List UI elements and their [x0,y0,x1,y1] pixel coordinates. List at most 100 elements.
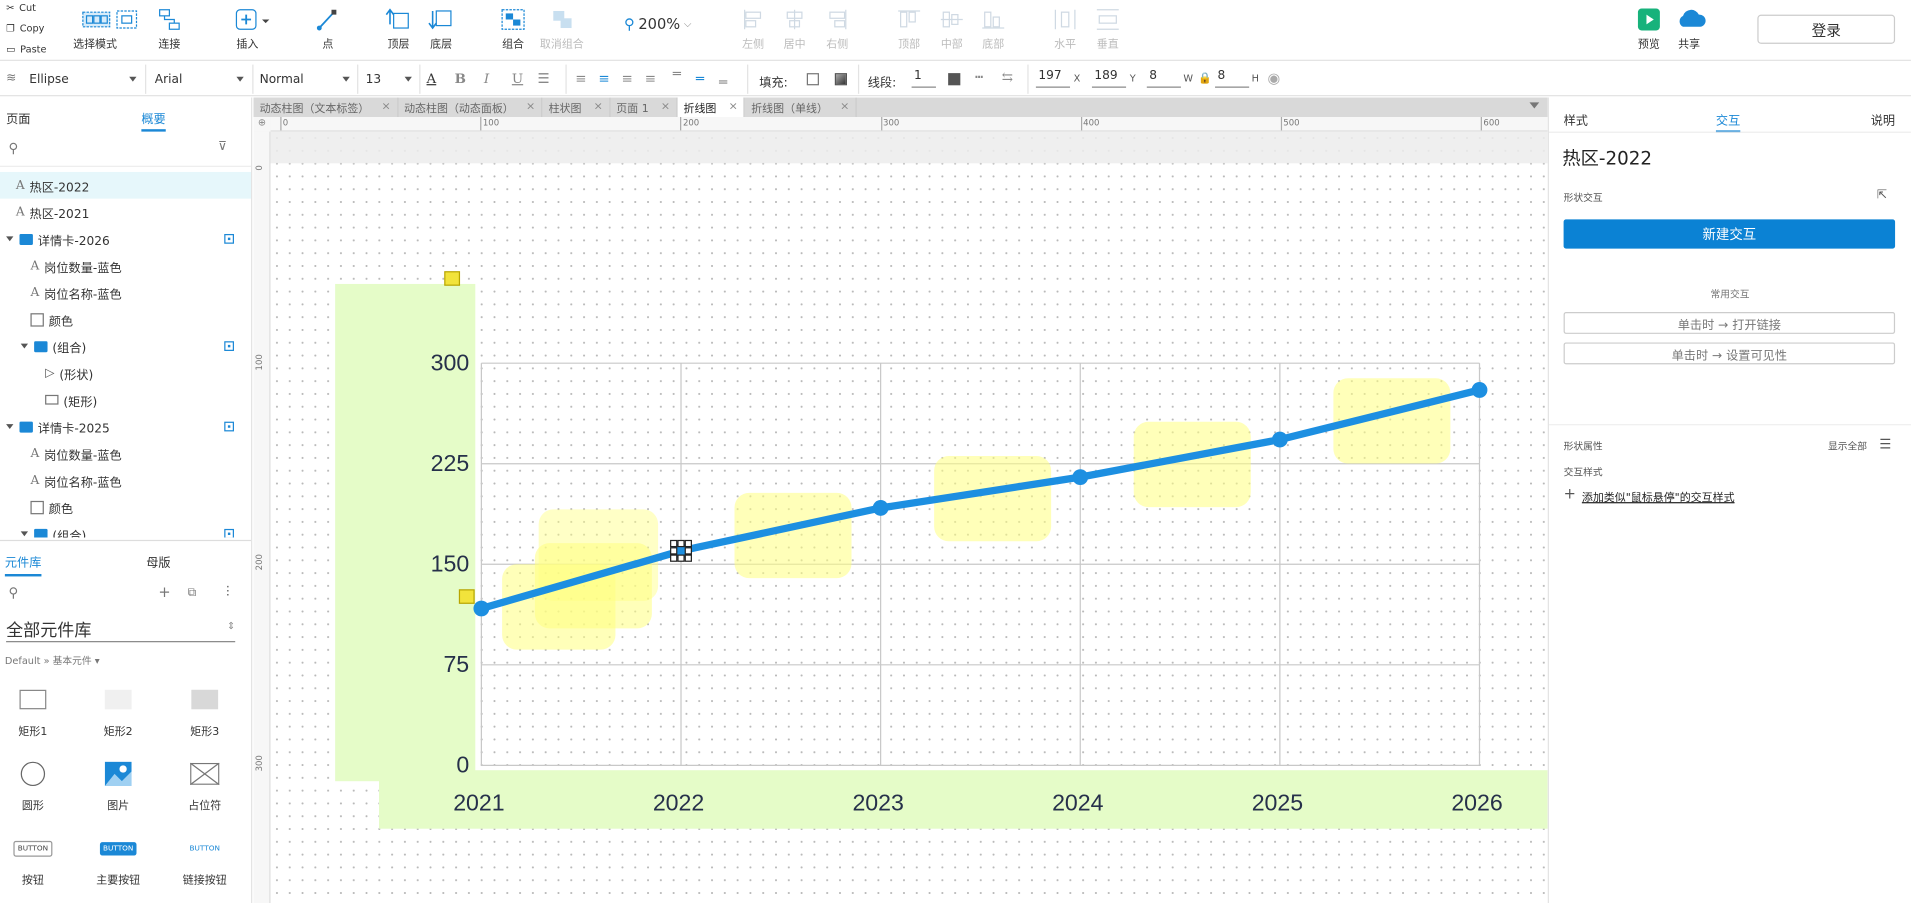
tabs-overflow-icon[interactable] [1529,102,1540,109]
expand-arrow-icon[interactable] [20,343,29,349]
line-chart[interactable]: 300 225 150 75 0 2021 2022 2023 2024 2025 2026 [271,132,1548,903]
selection-handle[interactable] [677,539,685,548]
selection-handle[interactable] [684,539,692,548]
document-tab[interactable]: 动态柱图（文本标签） × [253,97,398,117]
add-icon[interactable]: + [1564,485,1576,502]
library-select[interactable]: 全部元件库 ⇕ [6,618,235,643]
list-icon[interactable]: ☰ [537,71,549,87]
shape-type-select[interactable]: Ellipse [29,68,139,90]
fill-color-swatch[interactable] [806,73,819,86]
data-point[interactable] [473,600,490,617]
page-visible-icon[interactable] [224,341,234,351]
tree-item[interactable]: A 热区-2021 [0,199,251,226]
valign-bottom-icon[interactable]: ═ [719,74,727,90]
tree-item[interactable]: A 岗位数量-蓝色 [0,252,251,279]
lock-icon[interactable]: 🔒 [1198,73,1212,85]
document-tab[interactable]: 页面 1 × [610,97,678,117]
paste-button[interactable]: ▭ Paste [6,44,46,55]
align-middle-button[interactable]: 中部 [938,7,965,51]
login-button[interactable]: 登录 [1757,14,1896,44]
document-tab[interactable]: 折线图 × [677,97,746,117]
bold-icon[interactable]: B [455,71,466,87]
click-open-link-button[interactable]: 单击时 → 打开链接 [1563,311,1896,334]
selection-handle[interactable] [684,554,692,562]
font-color-icon[interactable]: A [427,71,437,87]
page-visible-icon[interactable] [224,528,234,538]
tree-item[interactable]: (矩形) [0,386,251,413]
valign-top-icon[interactable]: ═ [673,66,681,82]
tree-item[interactable]: 详情卡-2025 [0,413,251,440]
tree-item[interactable]: A 热区-2022 [0,171,252,199]
justify-icon[interactable]: ≡ [645,71,656,87]
font-weight-select[interactable]: Normal [260,68,353,90]
document-tab[interactable]: 动态柱图（动态面板） × [398,97,543,117]
expand-icon[interactable]: ⇱ [1877,189,1887,202]
tree-item[interactable]: A 岗位名称-蓝色 [0,467,251,494]
widget-item[interactable]: 圆形 [0,754,69,813]
close-icon[interactable]: × [661,101,670,113]
library-breadcrumb[interactable]: Default » 基本元件 ▾ [5,654,100,667]
tree-item[interactable]: A 岗位数量-蓝色 [0,440,251,467]
cut-button[interactable]: ✂ Cut [6,2,36,13]
widget-item[interactable]: 矩形3 [168,680,241,739]
tree-item[interactable]: ▷ (形状) [0,360,251,387]
search-icon[interactable]: ⚲ [9,140,19,156]
lightning-icon[interactable] [458,589,475,604]
line-style-icon[interactable]: ┅ [975,69,983,85]
group-button[interactable]: 组合 [500,7,527,51]
selection-handle[interactable] [670,547,678,555]
close-icon[interactable]: × [729,101,738,113]
page-visible-icon[interactable] [224,421,234,432]
close-icon[interactable]: × [381,101,390,113]
tab-notes[interactable]: 说明 [1871,110,1895,128]
tab-library[interactable]: 元件库 [4,552,42,577]
data-point[interactable] [872,500,889,516]
copy-button[interactable]: ❐ Copy [6,23,44,34]
tab-outline[interactable]: 概要 [141,108,166,132]
tab-style[interactable]: 样式 [1564,110,1588,128]
new-interaction-button[interactable]: 新建交互 [1563,219,1896,249]
add-library-icon[interactable]: + [158,584,170,601]
bring-top-button[interactable]: 顶层 [385,7,412,51]
widget-item[interactable]: 占位符 [168,754,241,813]
shadow-swatch[interactable] [834,73,847,86]
font-family-select[interactable]: Arial [155,68,246,90]
tab-masters[interactable]: 母版 [146,552,170,570]
add-interaction-style-link[interactable]: 添加类似"鼠标悬停"的交互样式 [1582,489,1735,504]
valign-middle-icon[interactable]: ═ [696,71,704,87]
tree-item[interactable]: (组合) [0,520,251,538]
tab-interactions[interactable]: 交互 [1715,110,1741,133]
share-button[interactable]: 共享 [1676,7,1706,51]
select-mode-button[interactable]: 选择模式 [73,7,117,51]
width-input[interactable]: 8 [1146,69,1181,88]
align-right-button[interactable]: 右侧 [824,7,851,51]
preview-button[interactable]: 预览 [1635,7,1662,51]
send-bottom-button[interactable]: 底层 [428,7,455,51]
close-icon[interactable]: × [840,101,849,113]
copy-library-icon[interactable]: ⧉ [188,586,197,599]
page-visible-icon[interactable] [224,233,234,244]
eye-icon[interactable]: ◉ [1267,69,1280,86]
x-input[interactable]: 197 [1035,69,1071,88]
filter-icon[interactable]: ⊽ [218,140,227,153]
align-center-button[interactable]: 居中 [781,7,808,51]
widget-item[interactable]: 图片 [82,754,155,813]
align-text-center-icon[interactable]: ≡ [598,71,609,87]
data-point[interactable] [1271,431,1288,448]
widget-item[interactable]: BUTTON 链接按钮 [168,829,241,887]
widget-name[interactable]: 热区-2022 [1562,145,1652,171]
select-contained-button[interactable] [113,7,140,47]
widget-item[interactable]: 矩形2 [82,680,155,739]
arrow-style-icon[interactable]: ⇆ [1002,69,1013,85]
expand-arrow-icon[interactable] [6,236,14,242]
point-button[interactable]: 点 [314,7,341,51]
widget-item[interactable]: BUTTON 主要按钮 [82,829,155,887]
tree-item[interactable]: 详情卡-2026 [0,225,251,252]
font-size-select[interactable]: 13 [366,68,415,90]
distribute-h-button[interactable]: 水平 [1052,7,1079,51]
line-width-input[interactable]: 1 [911,69,936,88]
lightning-icon[interactable] [444,271,461,286]
selection-handle[interactable] [670,539,678,548]
click-set-visibility-button[interactable]: 单击时 → 设置可见性 [1563,342,1896,365]
search-icon[interactable]: ⚲ [9,585,19,601]
